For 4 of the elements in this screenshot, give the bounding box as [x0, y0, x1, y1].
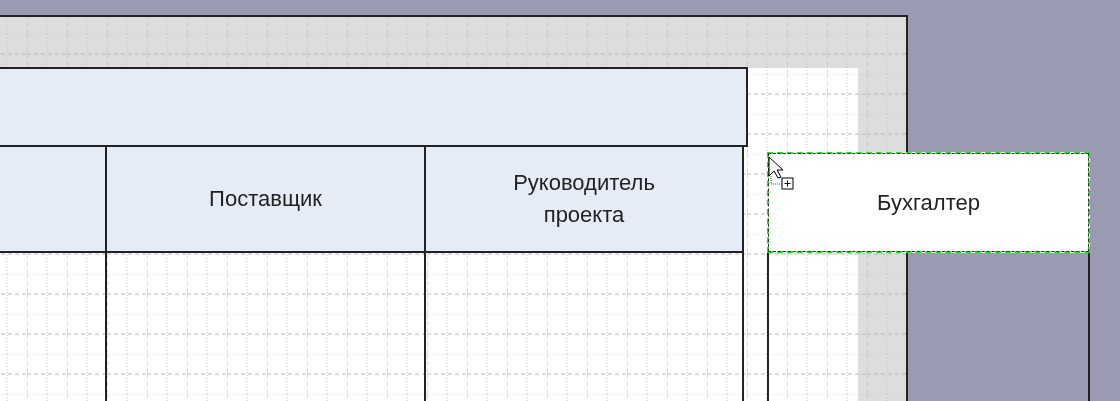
lane-label: Поставщик — [208, 185, 323, 214]
lane-label: Руководитель проекта — [512, 169, 656, 229]
drag-copy-cursor-icon — [768, 156, 796, 190]
dragged-lane-header[interactable]: Бухгалтер — [767, 152, 1090, 253]
